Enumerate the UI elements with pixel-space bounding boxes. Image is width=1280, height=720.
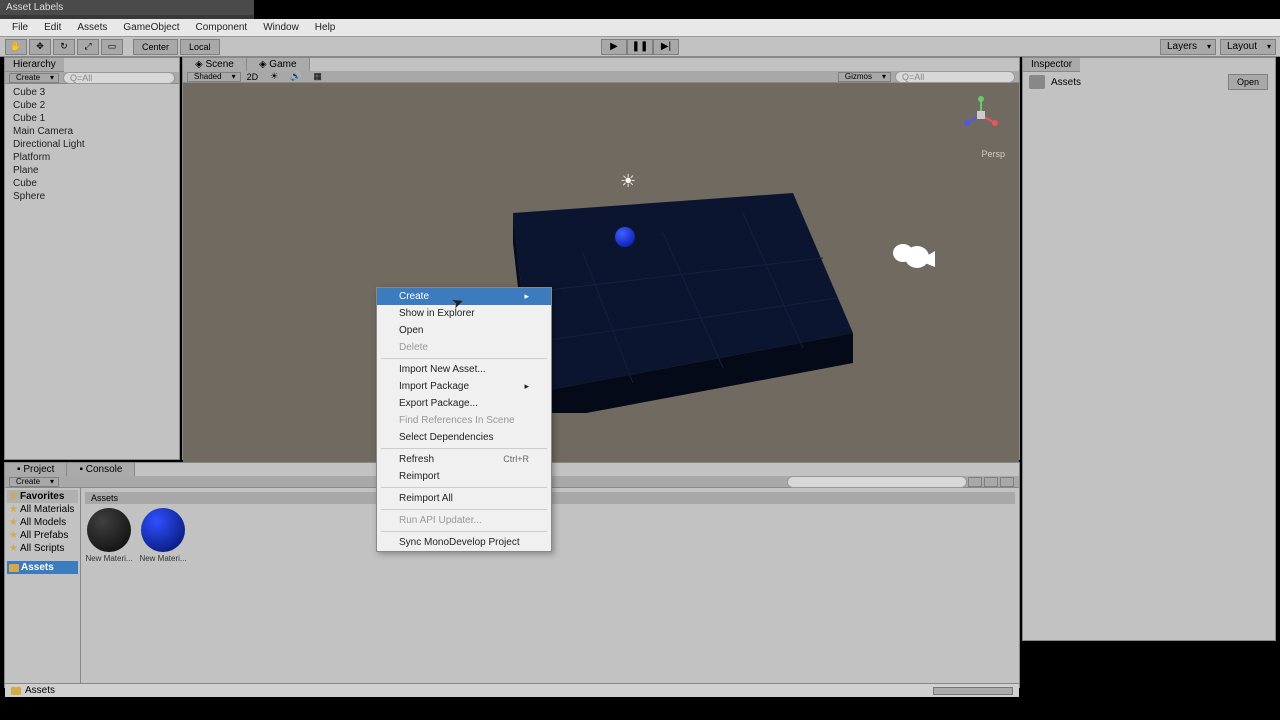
open-button[interactable]: Open xyxy=(1228,74,1268,90)
context-item[interactable]: Select Dependencies xyxy=(377,429,551,446)
menu-assets[interactable]: Assets xyxy=(69,20,115,35)
layers-dropdown[interactable]: Layers xyxy=(1160,39,1216,55)
context-separator xyxy=(381,358,547,359)
move-tool[interactable]: ✥ xyxy=(29,39,51,55)
scene-tabs: ◈ Scene◈ Game xyxy=(183,58,1019,71)
project-create[interactable]: Create xyxy=(9,477,59,487)
hierarchy-item[interactable]: Platform xyxy=(5,151,179,164)
project-filter-1[interactable] xyxy=(968,477,982,487)
scene-search[interactable]: Q=All xyxy=(895,71,1015,83)
hierarchy-item[interactable]: Plane xyxy=(5,164,179,177)
toolbar: ✋ ✥ ↻ ⤢ ▭ Center Local ▶ ❚❚ ▶| Layers La… xyxy=(0,37,1280,57)
tab-game[interactable]: ◈ Game xyxy=(247,58,310,71)
context-separator xyxy=(381,448,547,449)
favorite-item[interactable]: ★All Prefabs xyxy=(7,529,78,542)
context-item[interactable]: Reimport xyxy=(377,468,551,485)
asset-labels-title: Asset Labels xyxy=(0,0,254,15)
menu-window[interactable]: Window xyxy=(255,20,307,35)
project-filter-3[interactable] xyxy=(1000,477,1014,487)
hierarchy-item[interactable]: Directional Light xyxy=(5,138,179,151)
context-separator xyxy=(381,531,547,532)
tab-console[interactable]: ▪ Console xyxy=(67,463,135,476)
project-tree: ★Favorites ★All Materials★All Models★All… xyxy=(5,488,81,683)
hierarchy-item[interactable]: Cube 3 xyxy=(5,86,179,99)
scene-light-toggle[interactable]: ☀ xyxy=(264,71,284,82)
hierarchy-panel: Hierarchy Create Q=All Cube 3Cube 2Cube … xyxy=(4,57,180,460)
favorite-item[interactable]: ★All Materials xyxy=(7,503,78,516)
rotate-tool[interactable]: ↻ xyxy=(53,39,75,55)
asset-item[interactable]: New Materi... xyxy=(85,508,133,563)
pivot-toggle[interactable]: Center xyxy=(133,39,178,55)
scene-fx-toggle[interactable]: ▦ xyxy=(307,71,328,82)
context-item[interactable]: Export Package... xyxy=(377,395,551,412)
menu-component[interactable]: Component xyxy=(188,20,256,35)
sphere-object xyxy=(615,227,635,247)
menu-edit[interactable]: Edit xyxy=(36,20,69,35)
orientation-gizmo[interactable] xyxy=(961,95,1001,135)
rect-tool[interactable]: ▭ xyxy=(101,39,123,55)
hierarchy-list: Cube 3Cube 2Cube 1Main CameraDirectional… xyxy=(5,84,179,205)
perspective-label[interactable]: Persp xyxy=(981,149,1005,159)
asset-item[interactable]: New Materi... xyxy=(139,508,187,563)
tab-scene[interactable]: ◈ Scene xyxy=(183,58,247,71)
hierarchy-item[interactable]: Main Camera xyxy=(5,125,179,138)
favorite-item[interactable]: ★All Models xyxy=(7,516,78,529)
thumbnail-size-slider[interactable] xyxy=(933,687,1013,695)
hierarchy-tab[interactable]: Hierarchy xyxy=(5,58,64,72)
hierarchy-create[interactable]: Create xyxy=(9,73,59,83)
camera-gizmo-icon xyxy=(891,243,935,281)
assets-root[interactable]: Assets xyxy=(7,561,78,574)
pause-button[interactable]: ❚❚ xyxy=(627,39,653,55)
inspector-asset-name: Assets xyxy=(1051,77,1081,88)
play-button[interactable]: ▶ xyxy=(601,39,627,55)
project-filter-2[interactable] xyxy=(984,477,998,487)
scene-2d-toggle[interactable]: 2D xyxy=(241,72,265,82)
inspector-panel: Inspector Assets Open xyxy=(1022,57,1276,641)
hand-tool[interactable]: ✋ xyxy=(5,39,27,55)
light-gizmo-icon: ☀ xyxy=(620,171,636,192)
menu-help[interactable]: Help xyxy=(307,20,344,35)
context-item[interactable]: Import Package▸ xyxy=(377,378,551,395)
hierarchy-search[interactable]: Q=All xyxy=(63,72,175,84)
context-separator xyxy=(381,509,547,510)
tab-project[interactable]: ▪ Project xyxy=(5,463,67,476)
context-item[interactable]: Open xyxy=(377,322,551,339)
context-item[interactable]: Import New Asset... xyxy=(377,361,551,378)
space-toggle[interactable]: Local xyxy=(180,39,220,55)
favorite-item[interactable]: ★All Scripts xyxy=(7,542,78,555)
hierarchy-item[interactable]: Cube 1 xyxy=(5,112,179,125)
context-menu: Create▸Show in ExplorerOpenDeleteImport … xyxy=(376,287,552,552)
scale-tool[interactable]: ⤢ xyxy=(77,39,99,55)
context-separator xyxy=(381,487,547,488)
hierarchy-item[interactable]: Cube 2 xyxy=(5,99,179,112)
menu-file[interactable]: File xyxy=(4,20,36,35)
scene-audio-toggle[interactable]: 🔊 xyxy=(284,71,307,82)
project-search[interactable] xyxy=(787,476,967,488)
context-item[interactable]: RefreshCtrl+R xyxy=(377,451,551,468)
menu-gameobject[interactable]: GameObject xyxy=(115,20,187,35)
context-item: Delete xyxy=(377,339,551,356)
context-item: Find References In Scene xyxy=(377,412,551,429)
favorites-list: ★All Materials★All Models★All Prefabs★Al… xyxy=(7,503,78,555)
step-button[interactable]: ▶| xyxy=(653,39,679,55)
menubar: FileEditAssetsGameObjectComponentWindowH… xyxy=(0,19,1280,37)
context-item[interactable]: Sync MonoDevelop Project xyxy=(377,534,551,551)
inspector-tab[interactable]: Inspector xyxy=(1023,58,1080,72)
hierarchy-item[interactable]: Sphere xyxy=(5,190,179,203)
asset-icon xyxy=(1029,75,1045,89)
gizmos-dropdown[interactable]: Gizmos xyxy=(838,72,891,82)
favorites-header[interactable]: ★Favorites xyxy=(7,490,78,503)
hierarchy-item[interactable]: Cube xyxy=(5,177,179,190)
scene-viewport[interactable]: ☀ Persp xyxy=(183,83,1019,463)
scene-panel: ◈ Scene◈ Game Shaded 2D ☀ 🔊 ▦ Gizmos Q=A… xyxy=(182,57,1020,460)
context-item: Run API Updater... xyxy=(377,512,551,529)
folder-icon xyxy=(11,687,21,695)
shading-dropdown[interactable]: Shaded xyxy=(187,72,241,82)
layout-dropdown[interactable]: Layout xyxy=(1220,39,1276,55)
context-item[interactable]: Reimport All xyxy=(377,490,551,507)
project-footer-path: Assets xyxy=(25,685,55,696)
